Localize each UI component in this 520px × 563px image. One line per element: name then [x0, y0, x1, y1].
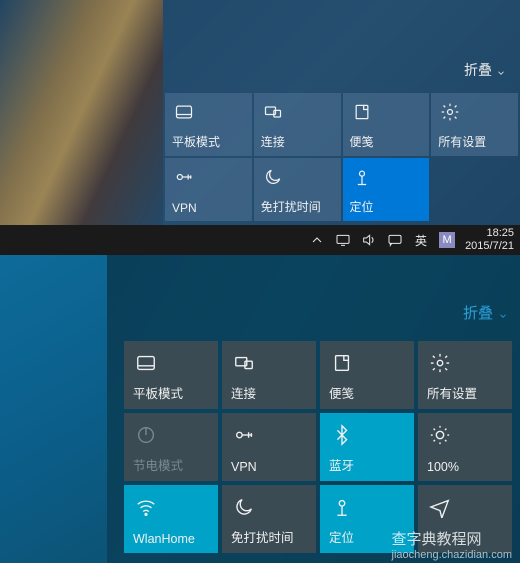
- collapse-label: 折叠: [464, 60, 492, 80]
- wifi-icon: [135, 496, 157, 518]
- tile-label: 定位: [350, 198, 426, 215]
- tile-label: WlanHome: [133, 532, 214, 546]
- tile-note[interactable]: 便笺: [343, 93, 430, 156]
- moon-icon: [233, 496, 255, 518]
- tile-label: 免打扰时间: [261, 198, 337, 215]
- chevron-down-icon: [496, 65, 506, 75]
- tile-quiet-hours[interactable]: 免打扰时间: [222, 485, 316, 553]
- wallpaper-bottom: [0, 255, 107, 563]
- clock-time: 18:25: [465, 227, 514, 240]
- vpn-icon: [233, 424, 255, 446]
- system-tray: 英 M: [309, 232, 455, 248]
- tray-overflow-icon[interactable]: [309, 232, 325, 248]
- tile-wifi[interactable]: WlanHome: [124, 485, 218, 553]
- vpn-icon: [174, 167, 194, 187]
- action-center-icon[interactable]: [387, 232, 403, 248]
- ime-mode-indicator[interactable]: M: [439, 232, 455, 248]
- tile-label: 平板模式: [133, 383, 214, 402]
- tile-vpn[interactable]: VPN: [165, 158, 252, 221]
- location-icon: [352, 167, 372, 187]
- top-screenshot: 折叠 平板模式连接便笺所有设置 VPN 免打扰时间定位 英 M 18:25 2015…: [0, 0, 520, 255]
- plane-icon: [429, 496, 451, 518]
- tile-battery-saver[interactable]: 节电模式: [124, 413, 218, 481]
- tile-label: 平板模式: [172, 133, 248, 150]
- tile-label: 节电模式: [133, 455, 214, 474]
- project-icon[interactable]: [335, 232, 351, 248]
- tablet-icon: [135, 352, 157, 374]
- volume-icon[interactable]: [361, 232, 377, 248]
- tile-label: VPN: [172, 201, 248, 215]
- bottom-screenshot: 折叠 平板模式连接便笺所有设置节电模式 VPN 蓝牙 100% WlanHome 免打扰时…: [0, 255, 520, 563]
- collapse-label: 折叠: [463, 302, 493, 323]
- note-icon: [331, 352, 353, 374]
- tile-airplane[interactable]: [418, 485, 512, 553]
- power-icon: [135, 424, 157, 446]
- tile-label: 便笺: [329, 383, 410, 402]
- location-icon: [331, 496, 353, 518]
- tile-label: 100%: [427, 460, 508, 474]
- note-icon: [352, 102, 372, 122]
- tile-label: 所有设置: [427, 383, 508, 402]
- tile-quiet-hours[interactable]: 免打扰时间: [254, 158, 341, 221]
- clock-date: 2015/7/21: [465, 240, 514, 253]
- tile-label: 所有设置: [438, 133, 514, 150]
- tile-location[interactable]: 定位: [343, 158, 430, 221]
- collapse-button-bottom[interactable]: 折叠: [463, 302, 508, 323]
- collapse-button-top[interactable]: 折叠: [464, 60, 506, 80]
- tile-label: 连接: [261, 133, 337, 150]
- tile-all-settings[interactable]: 所有设置: [418, 341, 512, 409]
- tile-bluetooth[interactable]: 蓝牙: [320, 413, 414, 481]
- quick-actions-top: 平板模式连接便笺所有设置 VPN 免打扰时间定位: [163, 93, 520, 221]
- tile-label: 定位: [329, 527, 410, 546]
- tile-connect[interactable]: 连接: [254, 93, 341, 156]
- quick-actions-bottom: 平板模式连接便笺所有设置节电模式 VPN 蓝牙 100% WlanHome 免打扰时间定位: [124, 341, 512, 553]
- sun-icon: [429, 424, 451, 446]
- tile-brightness[interactable]: 100%: [418, 413, 512, 481]
- tile-note[interactable]: 便笺: [320, 341, 414, 409]
- chevron-down-icon: [498, 308, 508, 318]
- ime-lang-indicator[interactable]: 英: [413, 232, 429, 248]
- bluetooth-icon: [331, 424, 353, 446]
- tablet-icon: [174, 102, 194, 122]
- tile-connect[interactable]: 连接: [222, 341, 316, 409]
- tile-vpn[interactable]: VPN: [222, 413, 316, 481]
- connect-icon: [233, 352, 255, 374]
- tile-label: 免打扰时间: [231, 527, 312, 546]
- tile-label: 便笺: [350, 133, 426, 150]
- gear-icon: [429, 352, 451, 374]
- gear-icon: [440, 102, 460, 122]
- taskbar-clock[interactable]: 18:25 2015/7/21: [465, 227, 516, 253]
- tile-tablet-mode[interactable]: 平板模式: [124, 341, 218, 409]
- taskbar: 英 M 18:25 2015/7/21: [0, 225, 520, 255]
- tile-label: VPN: [231, 460, 312, 474]
- tile-tablet-mode[interactable]: 平板模式: [165, 93, 252, 156]
- tile-label: 蓝牙: [329, 455, 410, 474]
- tile-all-settings[interactable]: 所有设置: [431, 93, 518, 156]
- connect-icon: [263, 102, 283, 122]
- tile-location[interactable]: 定位: [320, 485, 414, 553]
- tile-label: 连接: [231, 383, 312, 402]
- wallpaper-top: [0, 0, 163, 225]
- moon-icon: [263, 167, 283, 187]
